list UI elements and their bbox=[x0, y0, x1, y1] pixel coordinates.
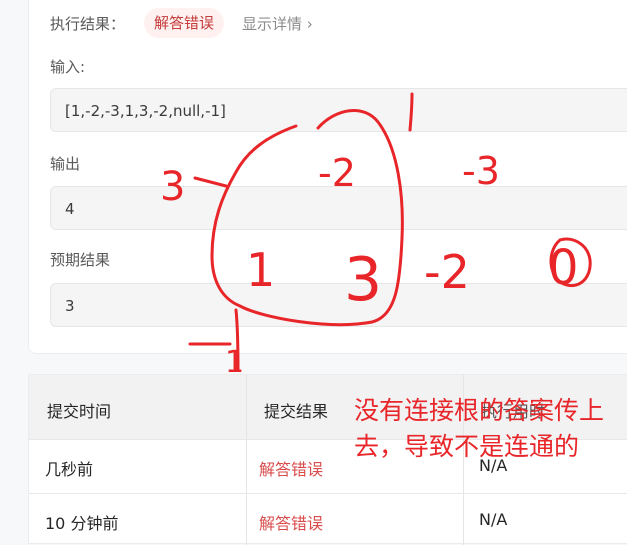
row-result[interactable]: 解答错误 bbox=[259, 456, 323, 480]
row-result[interactable]: 解答错误 bbox=[259, 510, 323, 534]
row-runtime: N/A bbox=[479, 510, 508, 529]
result-label: 执行结果： bbox=[50, 15, 126, 33]
expected-label: 预期结果 bbox=[50, 251, 111, 269]
expected-value-box: 3 bbox=[50, 283, 627, 327]
input-value-box: [1,-2,-3,1,3,-2,null,-1] bbox=[50, 88, 627, 132]
header-submit-result: 提交结果 bbox=[264, 402, 329, 421]
row-time: 10 分钟前 bbox=[45, 514, 119, 533]
status-badge: 解答错误 bbox=[144, 8, 225, 38]
handwritten-note: 没有连接根的答案传上去，导致不是连通的 bbox=[354, 396, 605, 461]
row-time: 几秒前 bbox=[45, 460, 94, 479]
show-details-link[interactable]: 显示详情 › bbox=[242, 13, 313, 34]
output-label: 输出 bbox=[50, 155, 81, 173]
column-divider bbox=[246, 375, 247, 545]
input-label: 输入: bbox=[50, 58, 86, 76]
header-submit-time: 提交时间 bbox=[47, 402, 112, 421]
row-divider bbox=[29, 493, 627, 494]
output-value-box: 4 bbox=[50, 186, 627, 230]
